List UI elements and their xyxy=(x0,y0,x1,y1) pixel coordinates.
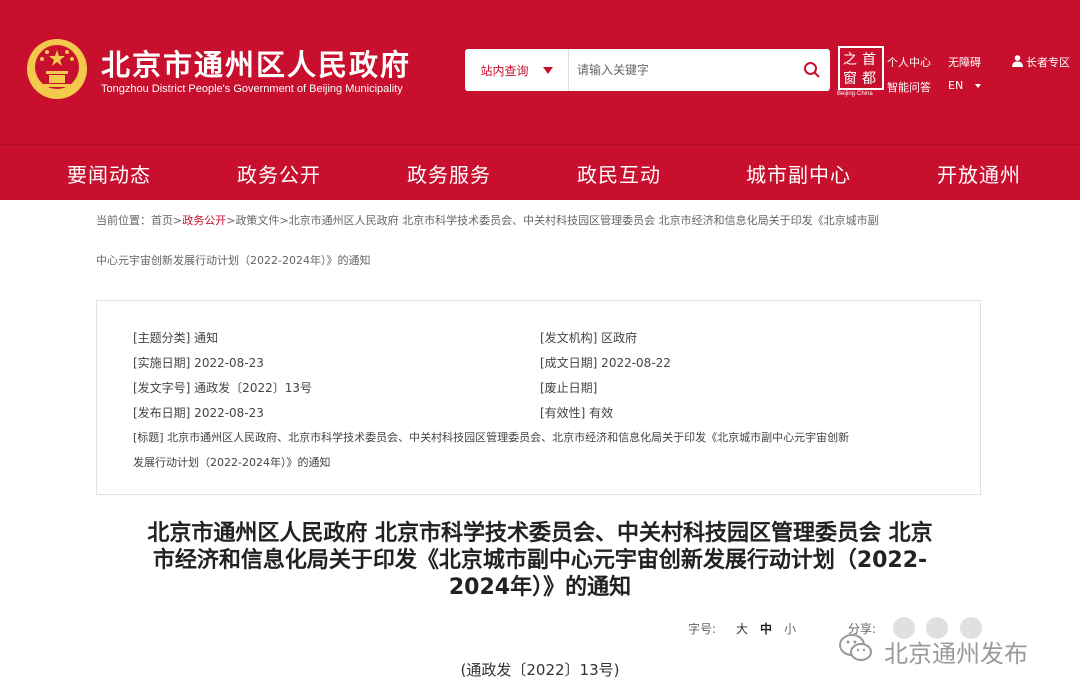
breadcrumb-home[interactable]: 首页 xyxy=(151,214,173,227)
meta-validity: [有效性] 有效 xyxy=(540,406,614,420)
wechat-watermark-icon xyxy=(839,634,872,661)
meta-doc-number: [发文字号] 通政发〔2022〕13号 xyxy=(133,381,312,395)
logo-char: 窗 xyxy=(843,71,857,87)
language-switch[interactable]: EN xyxy=(948,79,963,92)
capital-logo-caption: Beijing·China xyxy=(837,91,873,97)
article-title-line: 市经济和信息化局关于印发《北京城市副中心元宇宙创新发展行动计划（2022- xyxy=(152,548,928,573)
nav-item-open-tongzhou[interactable]: 开放通州 xyxy=(937,159,1021,188)
search-icon[interactable] xyxy=(803,61,821,79)
nav-item-news[interactable]: 要闻动态 xyxy=(67,159,151,188)
meta-title: [标题] 北京市通州区人民政府、北京市科学技术委员会、中关村科技园区管理委员会、… xyxy=(133,431,850,444)
national-emblem-icon xyxy=(27,39,87,99)
meta-publish-date: [发布日期] 2022-08-23 xyxy=(133,406,264,420)
meta-written-date: [成文日期] 2022-08-22 xyxy=(540,356,671,370)
smart-qa-link[interactable]: 智能问答 xyxy=(887,79,931,95)
meta-issuer: [发文机构] 区政府 xyxy=(540,331,638,345)
main-nav: 要闻动态 政务公开 政务服务 政民互动 城市副中心 开放通州 xyxy=(0,144,1080,200)
breadcrumb-separator: > xyxy=(173,214,183,227)
breadcrumb-current: 北京市通州区人民政府 北京市科学技术委员会、中关村科技园区管理委员会 北京市经济… xyxy=(288,214,879,227)
chevron-down-icon xyxy=(542,66,553,74)
meta-title-cont: 发展行动计划（2022-2024年）》的通知 xyxy=(133,456,331,469)
meta-topic: [主题分类] 通知 xyxy=(133,331,219,345)
site-subtitle: Tongzhou District People's Government of… xyxy=(101,83,403,95)
breadcrumb-policy-docs[interactable]: 政策文件 xyxy=(235,214,279,227)
personal-center-link[interactable]: 个人中心 xyxy=(887,54,931,70)
nav-item-interaction[interactable]: 政民互动 xyxy=(577,159,661,188)
breadcrumb-label: 当前位置： xyxy=(96,214,151,227)
site-title[interactable]: 北京市通州区人民政府 xyxy=(101,42,411,84)
search-input[interactable] xyxy=(577,59,787,81)
font-size-large[interactable]: 大 xyxy=(736,620,748,637)
nav-item-sub-center[interactable]: 城市副中心 xyxy=(746,159,851,188)
meta-effective-date: [实施日期] 2022-08-23 xyxy=(133,356,264,370)
nav-item-services[interactable]: 政务服务 xyxy=(407,159,491,188)
nav-item-gov-info[interactable]: 政务公开 xyxy=(237,159,321,188)
meta-abolish-date: [废止日期] xyxy=(540,381,598,395)
font-size-label: 字号: xyxy=(688,622,717,636)
person-icon xyxy=(1012,55,1023,67)
breadcrumb: 当前位置：首页>政务公开>政策文件>北京市通州区人民政府 北京市科学技术委员会、… xyxy=(96,212,879,228)
search-scope-label: 站内查询 xyxy=(480,63,529,78)
search-bar: 站内查询 xyxy=(465,49,830,91)
logo-char: 首 xyxy=(862,52,876,68)
article-title-line: 2024年）》的通知 xyxy=(448,575,632,600)
font-size-medium[interactable]: 中 xyxy=(760,620,772,637)
breadcrumb-current-cont: 中心元宇宙创新发展行动计划（2022-2024年）》的通知 xyxy=(96,254,371,267)
search-scope-select[interactable]: 站内查询 xyxy=(465,49,569,91)
breadcrumb-separator: > xyxy=(279,214,289,227)
article-title: 北京市通州区人民政府 北京市科学技术委员会、中关村科技园区管理委员会 北京 市经… xyxy=(90,520,990,601)
font-size-small[interactable]: 小 xyxy=(784,620,796,637)
article-title-line: 北京市通州区人民政府 北京市科学技术委员会、中关村科技园区管理委员会 北京 xyxy=(147,521,933,546)
breadcrumb-gov-info[interactable]: 政务公开 xyxy=(182,214,226,227)
chevron-down-icon xyxy=(975,84,981,88)
logo-char: 都 xyxy=(862,71,876,87)
logo-char: 之 xyxy=(843,52,857,68)
site-header: 北京市通州区人民政府 Tongzhou District People's Go… xyxy=(0,0,1080,144)
watermark-text: 北京通州发布 xyxy=(884,640,1028,668)
elder-zone-link[interactable]: 长者专区 xyxy=(1026,54,1070,70)
accessibility-link[interactable]: 无障碍 xyxy=(948,54,981,70)
